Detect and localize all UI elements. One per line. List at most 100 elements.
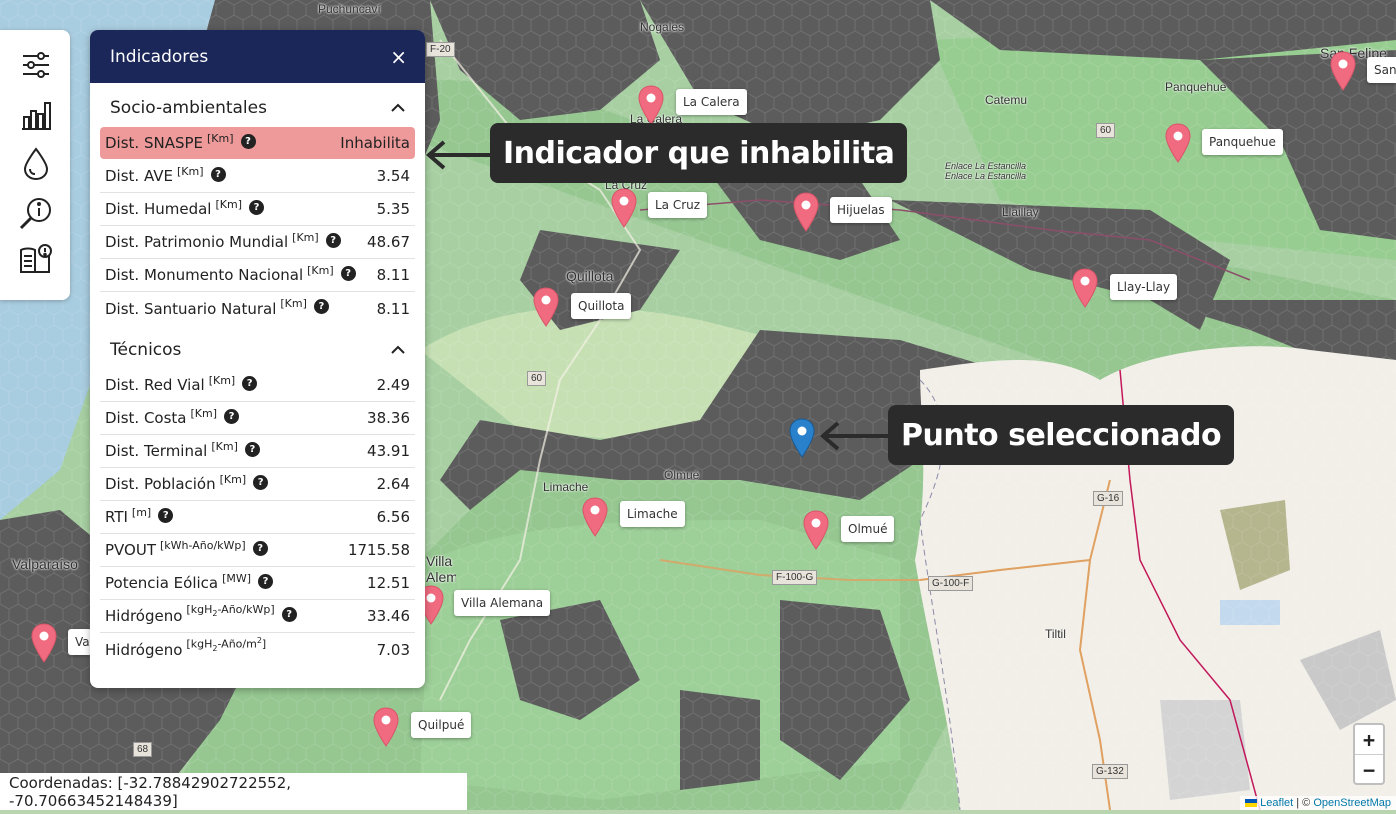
chevron-up-icon[interactable] <box>391 343 405 357</box>
indicator-row: Dist. Humedal [Km]? 5.35 <box>100 193 415 226</box>
callout-indicator: Indicador que inhabilita <box>490 123 908 183</box>
indicator-list: Dist. SNASPE [Km]? Inhabilita Dist. AVE [Km]… <box>90 127 425 325</box>
indicator-value: 5.35 <box>376 200 410 218</box>
indicator-name-group: Dist. Humedal [Km]? <box>105 198 264 218</box>
water-drop-icon[interactable] <box>19 147 53 181</box>
town-label: Tiltil <box>1045 627 1066 641</box>
location-pin-icon[interactable] <box>533 287 559 327</box>
arrow-left-icon <box>425 140 492 170</box>
indicator-name: Potencia Eólica <box>105 574 219 592</box>
help-icon[interactable]: ? <box>258 573 274 589</box>
indicator-value: 3.54 <box>376 167 410 185</box>
indicator-name-group: Dist. Monumento Nacional [Km]? <box>105 263 356 284</box>
osm-link[interactable]: OpenStreetMap <box>1313 797 1391 809</box>
selected-point-marker[interactable] <box>789 418 815 458</box>
location-pin-icon[interactable] <box>1165 123 1191 163</box>
section-header[interactable]: Socio-ambientales <box>90 89 425 127</box>
location-pin-icon[interactable] <box>803 510 829 550</box>
indicator-row: Dist. Red Vial [Km]? 2.49 <box>100 369 415 402</box>
indicator-name-group: Dist. SNASPE [Km]? <box>105 132 256 152</box>
town-label: Enlace La Estancilla <box>945 161 1027 171</box>
help-icon[interactable]: ? <box>313 299 329 314</box>
help-icon[interactable]: ? <box>248 199 264 215</box>
indicator-name-group: Dist. Santuario Natural [Km]? <box>105 297 329 318</box>
marker-label[interactable]: Limache <box>620 501 685 527</box>
help-icon[interactable]: ? <box>244 441 260 457</box>
help-icon[interactable]: ? <box>252 540 268 556</box>
indicator-name: RTI <box>105 508 128 526</box>
indicator-row: PVOUT [kWh-Año/kWp]? 1715.58 <box>100 534 415 567</box>
indicator-name-group: Dist. Población [Km]? <box>105 473 269 493</box>
indicator-value: 2.49 <box>376 376 410 394</box>
section-header[interactable]: Técnicos <box>90 331 425 369</box>
indicator-name: Hidrógeno <box>105 607 183 625</box>
indicator-name-group: PVOUT [kWh-Año/kWp]? <box>105 539 268 559</box>
indicator-value: 7.03 <box>376 640 410 659</box>
indicator-name-group: Dist. Red Vial [Km]? <box>105 374 258 394</box>
indicator-value: 12.51 <box>367 574 410 592</box>
help-icon[interactable]: ? <box>158 507 174 523</box>
town-label: Enlace La Estancilla <box>945 171 1027 181</box>
sliders-icon[interactable] <box>19 48 53 82</box>
indicator-row: Hidrógeno [kgH2-Año/kWp]? 33.46 <box>100 600 415 633</box>
help-icon[interactable]: ? <box>253 474 269 490</box>
location-pin-icon[interactable] <box>1330 51 1356 91</box>
location-pin-icon[interactable] <box>1072 268 1098 308</box>
marker-label[interactable]: Villa Alemana <box>454 590 551 616</box>
location-pin-icon[interactable] <box>793 192 819 232</box>
marker-label[interactable]: Quillota <box>571 293 632 319</box>
indicator-name: Dist. Humedal <box>105 200 212 218</box>
indicator-row: Potencia Eólica [MW]? 12.51 <box>100 567 415 600</box>
road-label: 60 <box>1096 123 1116 138</box>
indicator-value: 6.56 <box>376 508 410 526</box>
indicator-name-group: Dist. Patrimonio Mundial [Km]? <box>105 231 341 251</box>
search-info-icon[interactable] <box>19 196 53 230</box>
chevron-up-icon[interactable] <box>391 101 405 115</box>
help-icon[interactable]: ? <box>325 232 341 248</box>
indicator-name: Dist. Santuario Natural <box>105 299 277 318</box>
indicator-row: Dist. Terminal [Km]? 43.91 <box>100 435 415 468</box>
marker-label[interactable]: Olmué <box>841 516 895 542</box>
marker-label[interactable]: Hijuelas <box>830 197 892 223</box>
town-label: Villa Alemana <box>426 553 456 585</box>
panel-title: Indicadores <box>110 46 209 67</box>
road-label: F-20 <box>426 42 455 57</box>
indicator-unit: [Km] <box>280 297 307 310</box>
close-button[interactable]: × <box>390 47 407 67</box>
location-pin-icon[interactable] <box>373 707 399 747</box>
attribution-separator: | © <box>1293 797 1314 809</box>
book-info-icon[interactable] <box>19 243 53 277</box>
marker-label[interactable]: Va <box>68 629 92 655</box>
marker-label[interactable]: Llay-Llay <box>1110 274 1178 300</box>
location-pin-icon[interactable] <box>582 497 608 537</box>
indicator-value: 8.11 <box>376 299 410 318</box>
help-icon[interactable]: ? <box>224 408 240 424</box>
location-pin-icon[interactable] <box>31 623 57 663</box>
indicator-unit: [kgH2-Año/m2] <box>186 636 267 653</box>
indicator-name-group: Dist. Costa [Km]? <box>105 407 240 427</box>
location-pin-icon[interactable] <box>638 85 664 125</box>
indicator-name-group: Dist. Terminal [Km]? <box>105 439 260 460</box>
marker-label[interactable]: La Cruz <box>648 192 708 218</box>
help-icon[interactable]: ? <box>281 606 297 622</box>
indicator-name: PVOUT <box>105 541 156 559</box>
help-icon[interactable]: ? <box>210 166 226 182</box>
location-pin-icon[interactable] <box>611 188 637 228</box>
indicator-unit: [Km] <box>307 263 334 277</box>
marker-label[interactable]: Quilpué <box>411 712 472 738</box>
road-label: G-132 <box>1092 764 1128 779</box>
bar-chart-icon[interactable] <box>19 98 53 132</box>
help-icon[interactable]: ? <box>240 133 256 149</box>
zoom-in-button[interactable]: + <box>1355 725 1383 755</box>
marker-label[interactable]: La Calera <box>676 89 747 115</box>
road-label: G-100-F <box>928 576 974 591</box>
marker-label[interactable]: San <box>1367 57 1396 83</box>
tools-sidebar <box>0 30 70 300</box>
indicator-name: Dist. Costa <box>105 409 187 427</box>
indicator-unit: [Km] <box>211 439 238 453</box>
help-icon[interactable]: ? <box>340 265 356 281</box>
help-icon[interactable]: ? <box>242 375 258 391</box>
leaflet-link[interactable]: Leaflet <box>1260 797 1293 809</box>
zoom-out-button[interactable]: − <box>1355 755 1383 784</box>
marker-label[interactable]: Panquehue <box>1202 129 1283 155</box>
